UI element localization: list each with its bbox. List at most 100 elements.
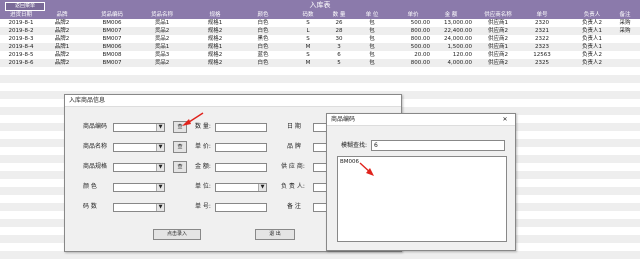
table-cell[interactable]: 负责人2 xyxy=(574,19,610,27)
table-cell[interactable]: 负责人1 xyxy=(574,27,610,35)
table-cell[interactable]: 负责人2 xyxy=(574,51,610,59)
quantity-field[interactable] xyxy=(215,123,267,132)
table-cell[interactable]: 12563 xyxy=(528,51,556,59)
table-cell[interactable]: 供应商2 xyxy=(478,35,518,43)
table-row[interactable]: 2019-8-4 品牌1 BM006 货品1 规格1 白色 M 3 包 500.00 1,500.0… xyxy=(0,43,640,51)
table-cell[interactable]: 1,500.00 xyxy=(430,43,473,51)
spec-combo[interactable]: ▼ xyxy=(113,163,165,172)
table-row[interactable] xyxy=(0,251,640,259)
table-cell[interactable]: BM006 xyxy=(95,43,129,51)
table-cell[interactable]: 6 xyxy=(328,51,350,59)
table-cell[interactable]: 2325 xyxy=(528,59,556,67)
product-code-combo[interactable]: ▼ xyxy=(113,123,165,132)
table-cell[interactable]: 负责人1 xyxy=(574,43,610,51)
table-cell[interactable]: 规格2 xyxy=(200,59,230,67)
table-cell[interactable]: 供应商2 xyxy=(478,27,518,35)
table-cell[interactable]: 3 xyxy=(328,43,350,51)
table-cell[interactable]: 规格1 xyxy=(200,43,230,51)
table-cell[interactable]: 800.00 xyxy=(396,59,430,67)
table-cell[interactable]: 2019-8-6 xyxy=(2,59,40,67)
table-cell[interactable]: 22,400.00 xyxy=(430,27,472,35)
table-cell[interactable]: 2323 xyxy=(528,43,556,51)
table-cell[interactable]: 2019-8-4 xyxy=(2,43,40,51)
table-cell[interactable]: 2322 xyxy=(528,35,556,43)
size-combo[interactable]: ▼ xyxy=(113,203,165,212)
table-cell[interactable]: 采购 xyxy=(612,27,638,35)
table-cell[interactable]: 500.00 xyxy=(396,43,430,51)
table-cell[interactable]: S xyxy=(298,19,318,27)
table-cell[interactable]: 品牌1 xyxy=(48,43,76,51)
add-entry-button[interactable]: 点击录入 xyxy=(153,229,201,240)
table-cell[interactable]: 货品2 xyxy=(145,35,179,43)
table-cell[interactable]: 供应商2 xyxy=(478,51,518,59)
table-cell[interactable]: 白色 xyxy=(250,27,276,35)
table-cell[interactable]: 品牌2 xyxy=(48,35,76,43)
table-cell[interactable]: 货品3 xyxy=(145,51,179,59)
table-cell[interactable]: BM007 xyxy=(95,35,129,43)
table-cell[interactable]: 包 xyxy=(362,19,382,27)
table-cell[interactable]: 供应商1 xyxy=(478,19,518,27)
table-row[interactable]: 2019-8-3 品牌2 BM007 货品2 规格2 黑色 S 30 包 800.00 24,000… xyxy=(0,35,640,43)
table-cell[interactable]: 500.00 xyxy=(396,19,430,27)
unit-combo[interactable]: ▼ xyxy=(215,183,267,192)
product-name-combo[interactable]: ▼ xyxy=(113,143,165,152)
table-cell[interactable]: 白色 xyxy=(250,43,276,51)
table-cell[interactable]: 24,000.00 xyxy=(430,35,472,43)
table-cell[interactable]: 货品1 xyxy=(145,19,179,27)
table-cell[interactable]: 2019-8-3 xyxy=(2,35,40,43)
search-spec-button[interactable]: 查 xyxy=(173,161,187,173)
table-cell[interactable]: BM006 xyxy=(95,19,129,27)
table-cell[interactable]: 规格1 xyxy=(200,19,230,27)
table-cell[interactable]: 2320 xyxy=(528,19,556,27)
table-cell[interactable]: 20.00 xyxy=(396,51,430,59)
table-row[interactable] xyxy=(0,67,640,75)
table-cell[interactable]: S xyxy=(298,51,318,59)
table-cell[interactable]: 800.00 xyxy=(396,35,430,43)
table-cell[interactable]: 负责人2 xyxy=(574,59,610,67)
chevron-down-icon[interactable]: ▼ xyxy=(156,124,164,131)
fuzzy-search-input[interactable]: 6 xyxy=(371,140,505,151)
table-cell[interactable]: 负责人1 xyxy=(574,35,610,43)
table-row[interactable] xyxy=(0,75,640,83)
table-cell[interactable]: 规格2 xyxy=(200,35,230,43)
table-cell[interactable]: L xyxy=(298,27,318,35)
table-cell[interactable]: 包 xyxy=(362,27,382,35)
table-cell[interactable]: 120.00 xyxy=(430,51,472,59)
table-cell[interactable]: BM007 xyxy=(95,27,129,35)
table-cell[interactable]: 供应商1 xyxy=(478,43,518,51)
close-icon[interactable]: ✕ xyxy=(497,115,513,124)
amount-field[interactable] xyxy=(215,163,267,172)
table-cell[interactable]: 800.00 xyxy=(396,27,430,35)
table-cell[interactable]: M xyxy=(298,59,318,67)
table-cell[interactable] xyxy=(612,59,638,67)
table-cell[interactable] xyxy=(612,43,638,51)
table-cell[interactable]: 白色 xyxy=(250,19,276,27)
table-cell[interactable]: 包 xyxy=(362,59,382,67)
table-row[interactable] xyxy=(0,83,640,91)
table-cell[interactable]: 包 xyxy=(362,43,382,51)
chevron-down-icon[interactable]: ▼ xyxy=(156,204,164,211)
table-cell[interactable]: 货品1 xyxy=(145,43,179,51)
chevron-down-icon[interactable]: ▼ xyxy=(156,164,164,171)
table-cell[interactable]: 30 xyxy=(328,35,350,43)
table-row[interactable]: 2019-8-5 品牌2 BM008 货品3 规格2 蓝色 S 6 包 20.00 120.00 供应… xyxy=(0,51,640,59)
table-cell[interactable]: 包 xyxy=(362,35,382,43)
table-row[interactable]: 2019-8-6 品牌2 BM007 货品2 规格2 白色 M 5 包 800.00 4,000.0… xyxy=(0,59,640,67)
unit-price-field[interactable] xyxy=(215,143,267,152)
table-cell[interactable]: 规格2 xyxy=(200,27,230,35)
color-combo[interactable]: ▼ xyxy=(113,183,165,192)
table-cell[interactable]: 2321 xyxy=(528,27,556,35)
chevron-down-icon[interactable]: ▼ xyxy=(258,184,266,191)
back-to-menu-button[interactable]: 返回菜单 xyxy=(5,2,45,11)
search-name-button[interactable]: 查 xyxy=(173,141,187,153)
table-cell[interactable]: 货品2 xyxy=(145,59,179,67)
table-cell[interactable]: 包 xyxy=(362,51,382,59)
table-cell[interactable]: 2019-8-1 xyxy=(2,19,40,27)
table-cell[interactable]: 2019-8-2 xyxy=(2,27,40,35)
table-cell[interactable]: 规格2 xyxy=(200,51,230,59)
table-cell[interactable]: 28 xyxy=(328,27,350,35)
table-cell[interactable]: 采购 xyxy=(612,19,638,27)
table-row[interactable]: 2019-8-2 品牌2 BM007 货品2 规格2 白色 L 28 包 800.00 22,400… xyxy=(0,27,640,35)
table-cell[interactable]: 白色 xyxy=(250,59,276,67)
table-cell[interactable]: 4,000.00 xyxy=(430,59,473,67)
